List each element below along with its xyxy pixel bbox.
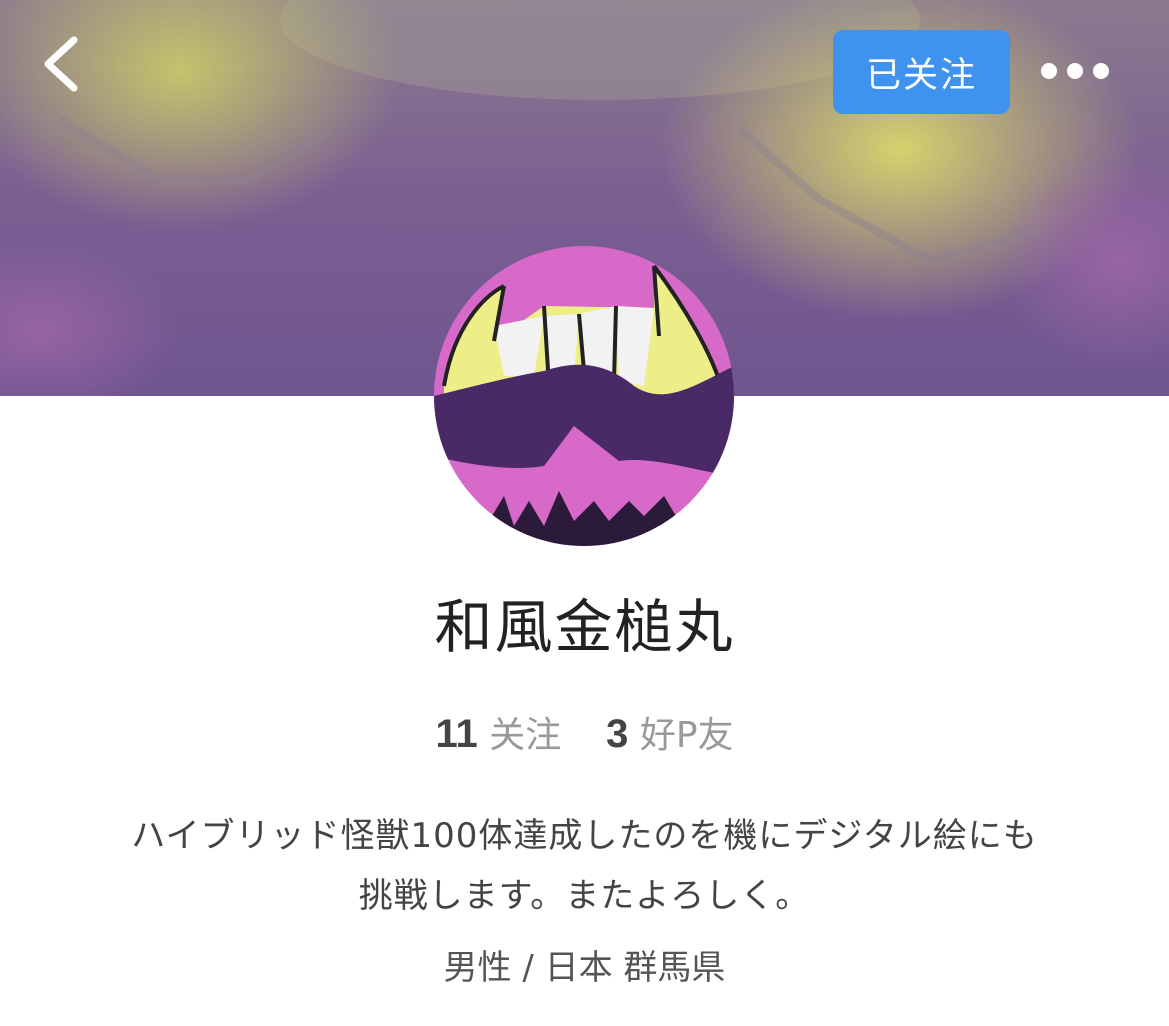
more-dot bbox=[1067, 63, 1083, 79]
profile-location: 男性 / 日本 群馬県 bbox=[443, 948, 726, 988]
more-options-button[interactable] bbox=[1030, 45, 1120, 97]
friends-label[interactable]: 好P友 bbox=[640, 715, 734, 756]
back-button[interactable] bbox=[30, 30, 94, 94]
bio-line-2: 挑戦します。またよろしく。 bbox=[358, 876, 811, 916]
chevron-left-icon bbox=[44, 36, 78, 92]
more-horizontal-icon bbox=[1041, 63, 1057, 79]
profile-username: 和風金槌丸 bbox=[434, 593, 735, 661]
avatar-image bbox=[434, 246, 734, 546]
avatar[interactable] bbox=[434, 246, 734, 546]
following-count[interactable]: 11 bbox=[435, 712, 477, 756]
bio-line-1: ハイブリッド怪獣100体達成したのを機にデジタル絵にも bbox=[131, 816, 1038, 856]
more-dot bbox=[1093, 63, 1109, 79]
profile-bio: ハイブリッド怪獣100体達成したのを機にデジタル絵にも 挑戦します。またよろしく… bbox=[90, 806, 1079, 926]
following-label[interactable]: 关注 bbox=[489, 715, 561, 756]
following-button[interactable]: 已关注 bbox=[833, 30, 1010, 114]
profile-stats: 11 关注 3 好P友 bbox=[0, 706, 1169, 758]
friends-count[interactable]: 3 bbox=[606, 712, 628, 756]
